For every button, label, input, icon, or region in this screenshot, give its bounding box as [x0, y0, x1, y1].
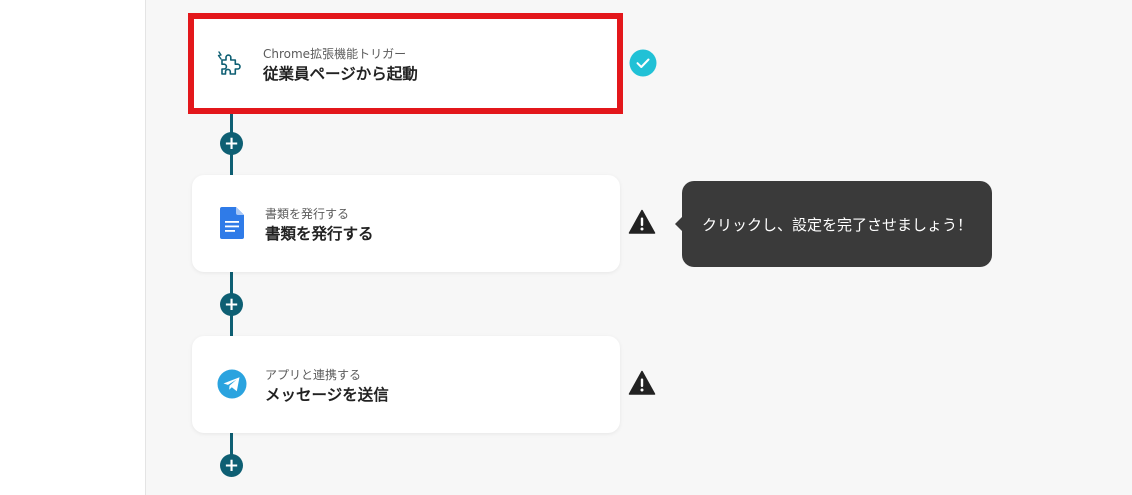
step-card-issue-document[interactable]: 書類を発行する 書類を発行する	[192, 175, 620, 272]
step-card-chrome-trigger[interactable]: Chrome拡張機能トリガー 従業員ページから起動	[188, 13, 623, 114]
step-title: メッセージを送信	[265, 386, 389, 404]
tooltip-arrow	[675, 217, 682, 231]
setup-tooltip: クリックし、設定を完了させましょう！	[675, 181, 992, 267]
step-card-send-message[interactable]: アプリと連携する メッセージを送信	[192, 336, 620, 433]
puzzle-piece-icon	[214, 47, 246, 79]
tooltip-text: クリックし、設定を完了させましょう！	[701, 215, 972, 234]
check-circle-icon	[629, 49, 657, 77]
step-subtitle: 書類を発行する	[265, 207, 350, 221]
add-step-button[interactable]: +	[220, 293, 243, 316]
warning-icon	[628, 369, 656, 397]
step-title: 書類を発行する	[265, 225, 374, 243]
step-title: 従業員ページから起動	[263, 65, 418, 83]
add-step-button[interactable]: +	[220, 132, 243, 155]
telegram-icon	[216, 368, 248, 400]
left-panel	[0, 0, 146, 495]
google-docs-icon	[216, 207, 248, 239]
step-subtitle: アプリと連携する	[265, 368, 362, 382]
step-subtitle: Chrome拡張機能トリガー	[263, 47, 407, 61]
add-step-button[interactable]: +	[220, 454, 243, 477]
warning-icon	[628, 208, 656, 236]
